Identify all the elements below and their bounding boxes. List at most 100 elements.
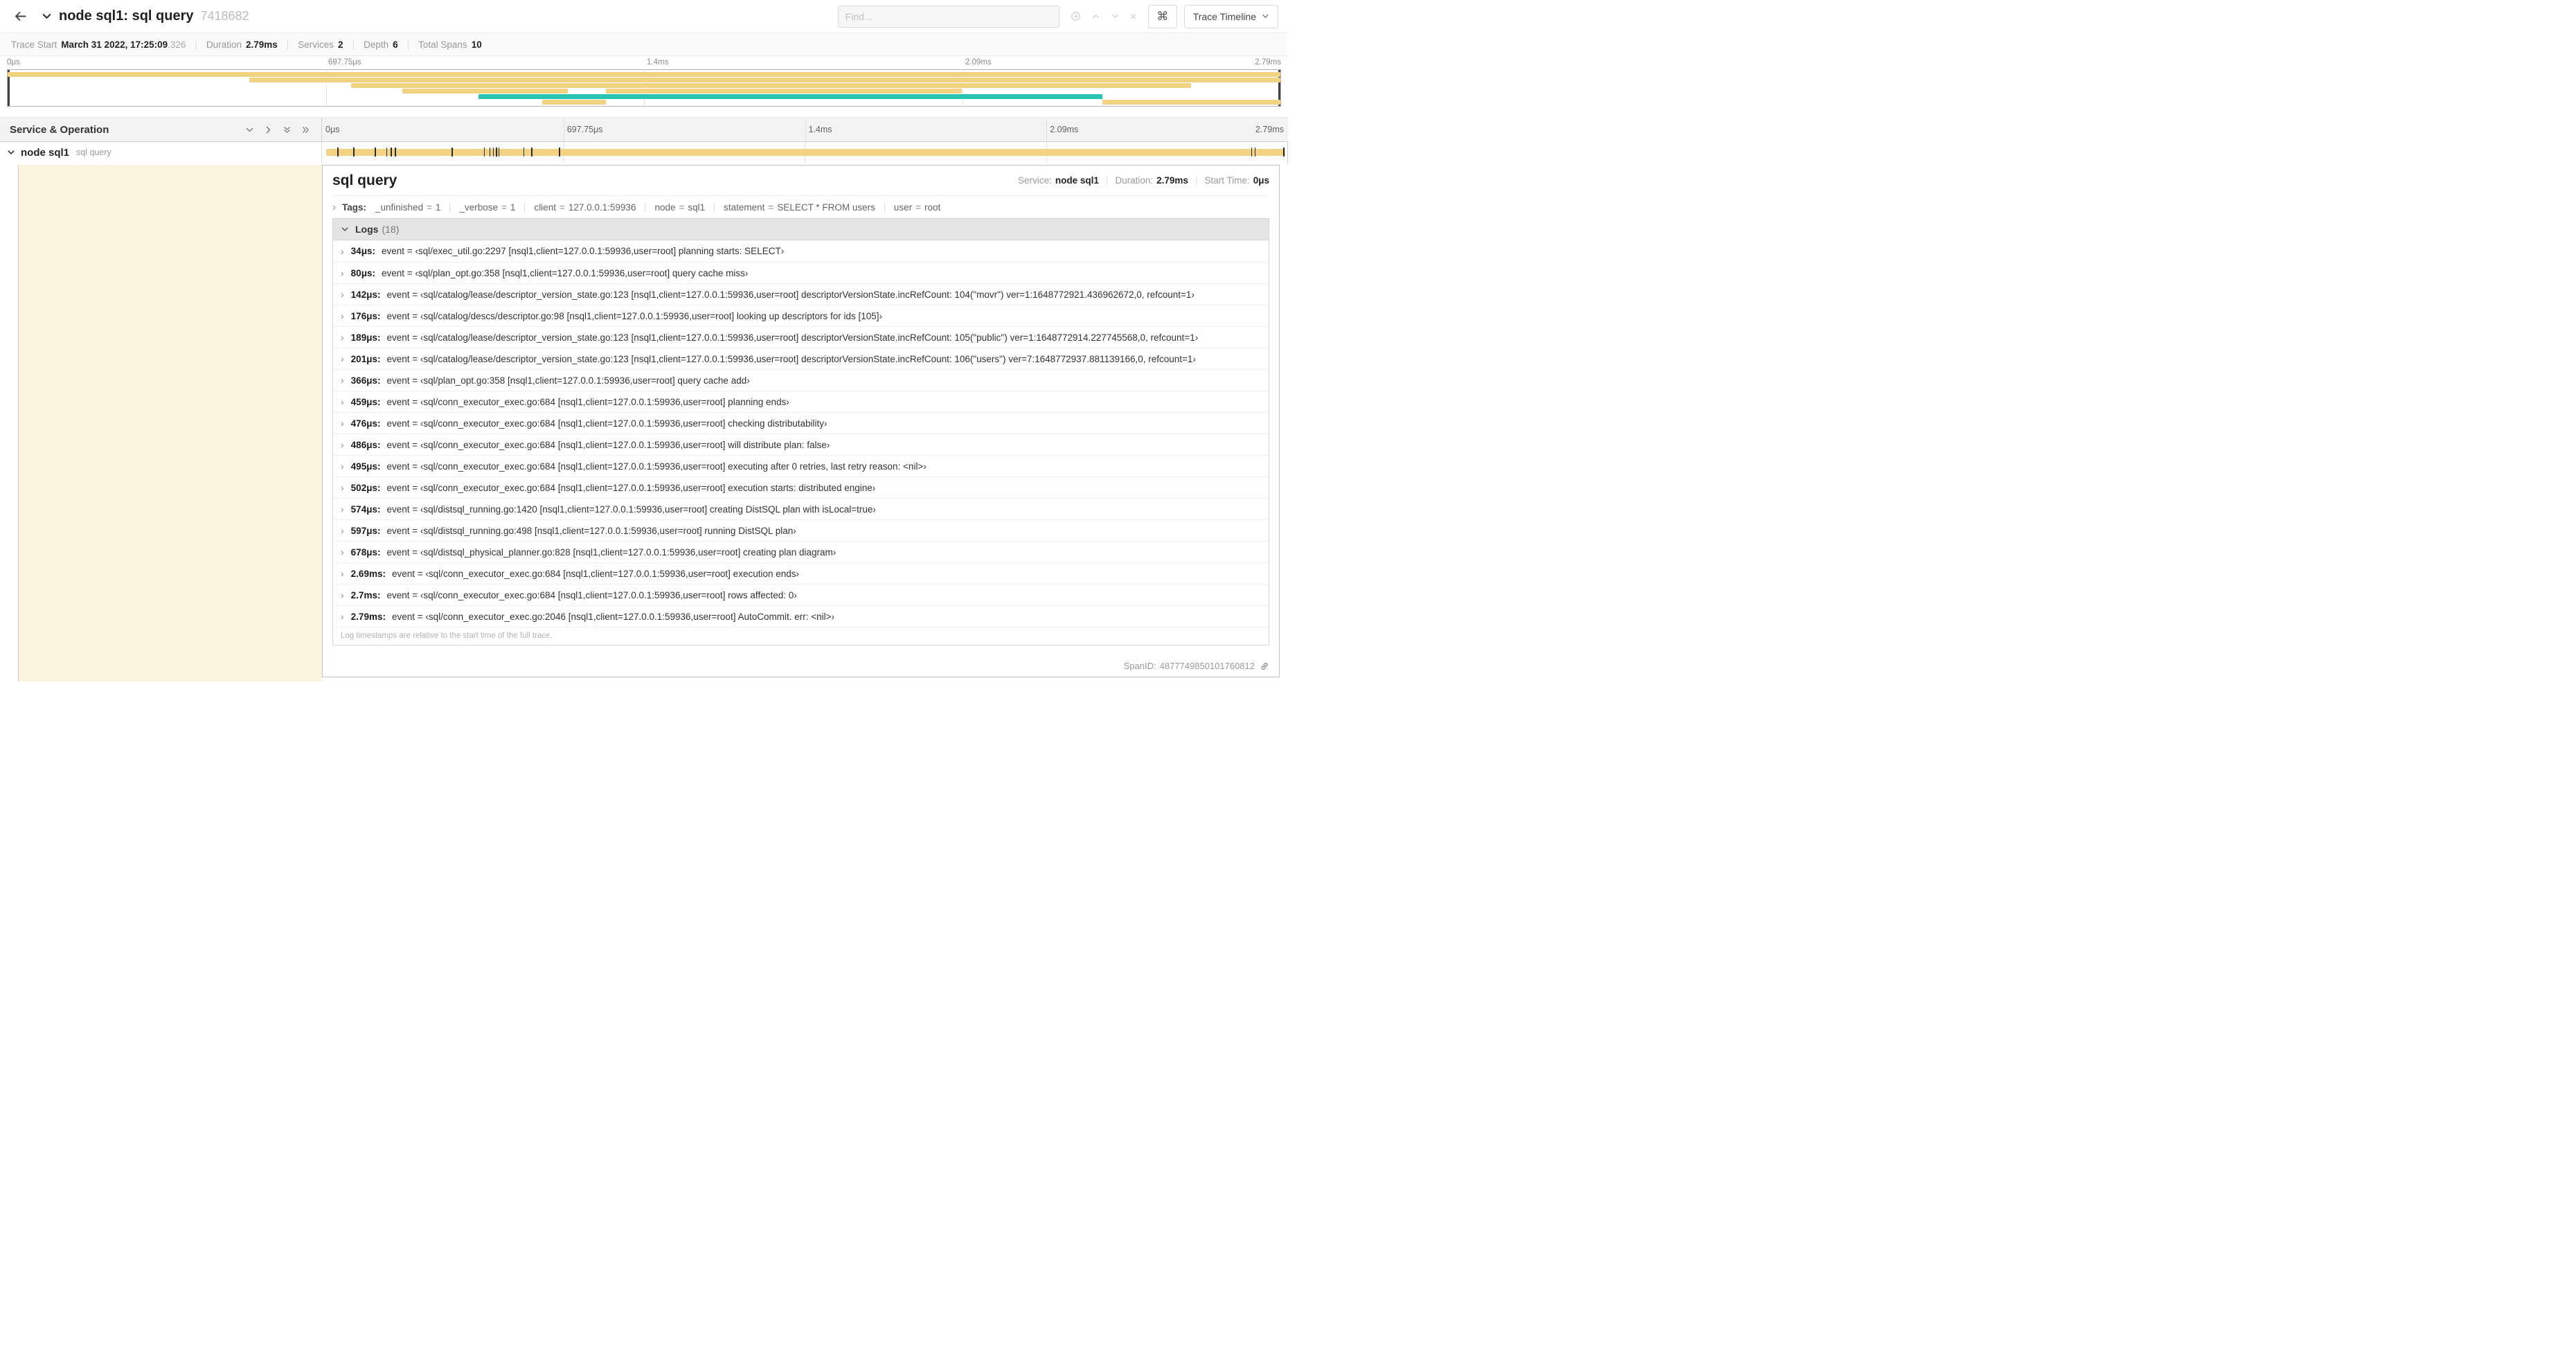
- tag-value: root: [924, 202, 941, 213]
- log-marker: [1251, 148, 1253, 157]
- tag-value: 127.0.0.1:59936: [568, 202, 636, 213]
- log-marker: [1254, 148, 1256, 157]
- logs-footnote: Log timestamps are relative to the start…: [333, 627, 1269, 645]
- keyboard-shortcuts-button[interactable]: ⌘: [1147, 4, 1177, 28]
- tag-key: client: [534, 202, 556, 213]
- tag-key: _verbose: [459, 202, 499, 213]
- log-row[interactable]: › 142μs: event = ‹sql/catalog/lease/descri…: [333, 283, 1269, 305]
- logs-header[interactable]: Logs (18): [333, 219, 1269, 240]
- log-row[interactable]: › 189μs: event = ‹sql/catalog/lease/descri…: [333, 326, 1269, 348]
- summary-label: Duration: [206, 39, 242, 50]
- log-row[interactable]: › 80μs: event = ‹sql/plan_opt.go:358 [nsql…: [333, 262, 1269, 283]
- tag[interactable]: client = 127.0.0.1:59936: [534, 202, 636, 213]
- span-timeline-cell[interactable]: [322, 142, 1288, 163]
- ruler-tick-label: 2.79ms: [1255, 125, 1284, 134]
- tag-equals: =: [501, 202, 507, 213]
- log-timestamp: 201μs:: [350, 353, 381, 364]
- span-detail-title-row: sql query Service: node sql1 | Duration: 2.7…: [332, 166, 1269, 196]
- log-timestamp: 142μs:: [350, 289, 381, 300]
- tag[interactable]: _unfinished = 1: [375, 202, 440, 213]
- back-button[interactable]: [10, 6, 30, 27]
- chevron-right-icon: ›: [341, 589, 344, 600]
- grid-line: [1046, 118, 1048, 141]
- log-row[interactable]: › 34μs: event = ‹sql/exec_util.go:2297 [ns…: [333, 240, 1269, 262]
- clear-find-icon[interactable]: ×: [1130, 10, 1137, 22]
- log-timestamp: 502μs:: [350, 482, 381, 493]
- log-row[interactable]: › 502μs: event = ‹sql/conn_executor_exec.g…: [333, 476, 1269, 498]
- minimap-span-bar: [1102, 100, 1280, 105]
- log-row[interactable]: › 366μs: event = ‹sql/plan_opt.go:358 [nsq…: [333, 369, 1269, 391]
- tag-value: 1: [435, 202, 441, 213]
- log-row[interactable]: › 495μs: event = ‹sql/conn_executor_exec.g…: [333, 455, 1269, 476]
- double-chevron-right-icon[interactable]: [301, 125, 310, 134]
- summary-value: 10: [471, 39, 482, 50]
- chevron-down-icon[interactable]: [7, 148, 15, 157]
- find-input[interactable]: [837, 5, 1059, 28]
- view-selector-button[interactable]: Trace Timeline: [1183, 4, 1278, 28]
- meta-label: Service:: [1018, 175, 1052, 186]
- service-name: node sql1: [21, 146, 70, 159]
- log-row[interactable]: › 486μs: event = ‹sql/conn_executor_exec.g…: [333, 434, 1269, 455]
- tag-separator: [449, 202, 451, 213]
- tags-row[interactable]: › Tags: _unfinished = 1 _verbose = 1 client = 12…: [332, 196, 1269, 218]
- caret-down-icon[interactable]: [1111, 12, 1120, 21]
- meta-value: node sql1: [1055, 175, 1099, 186]
- log-message: event = ‹sql/conn_executor_exec.go:684 […: [386, 418, 828, 429]
- summary-separator: |: [195, 39, 197, 50]
- log-row[interactable]: › 459μs: event = ‹sql/conn_executor_exec.g…: [333, 391, 1269, 412]
- tag-key: statement: [724, 202, 765, 213]
- link-icon[interactable]: [1260, 661, 1269, 671]
- log-row[interactable]: › 2.79ms: event = ‹sql/conn_executor_exec.…: [333, 605, 1269, 627]
- log-timestamp: 597μs:: [350, 525, 381, 536]
- tag[interactable]: node = sql1: [654, 202, 705, 213]
- tag[interactable]: statement = SELECT * FROM users: [724, 202, 875, 213]
- log-row[interactable]: › 574μs: event = ‹sql/distsql_running.go:1…: [333, 498, 1269, 519]
- tag[interactable]: user = root: [894, 202, 940, 213]
- log-message: event = ‹sql/conn_executor_exec.go:684 […: [386, 439, 830, 450]
- log-marker: [559, 148, 560, 157]
- log-message: event = ‹sql/plan_opt.go:358 [nsql1,clie…: [381, 267, 749, 278]
- view-selector-label: Trace Timeline: [1192, 10, 1256, 22]
- log-row[interactable]: › 597μs: event = ‹sql/distsql_running.go:4…: [333, 519, 1269, 541]
- expand-collapse-controls: [245, 125, 310, 134]
- caret-up-icon[interactable]: [1091, 12, 1100, 21]
- log-marker: [375, 148, 376, 157]
- timeline-ruler: 0μs 697.75μs 1.4ms 2.09ms 2.79ms: [322, 118, 1288, 141]
- log-message: event = ‹sql/catalog/lease/descriptor_ve…: [386, 353, 1196, 364]
- collapse-trace-header-icon[interactable]: [42, 11, 52, 21]
- page-header: node sql1: sql query 7418682 × ⌘ Trace T…: [0, 0, 1288, 33]
- double-chevron-down-icon[interactable]: [283, 125, 292, 134]
- tag-key: user: [893, 202, 913, 213]
- chevron-right-icon[interactable]: [264, 125, 273, 134]
- summary-value: 6: [393, 39, 398, 50]
- minimap-span-bar: [351, 83, 1192, 88]
- tag[interactable]: _verbose = 1: [459, 202, 515, 213]
- log-row[interactable]: › 678μs: event = ‹sql/distsql_physical_pla…: [333, 541, 1269, 562]
- span-detail-left-column: [0, 165, 322, 682]
- log-row[interactable]: › 201μs: event = ‹sql/catalog/lease/descri…: [333, 348, 1269, 369]
- span-detail-section: sql query Service: node sql1 | Duration: 2.7…: [0, 163, 1288, 682]
- span-bar[interactable]: [325, 148, 1286, 157]
- meta-label: Duration:: [1115, 175, 1154, 186]
- summary-fraction: .326: [168, 39, 186, 50]
- summary-separator: |: [352, 39, 355, 50]
- chevron-right-icon: ›: [341, 461, 344, 472]
- log-timestamp: 176μs:: [350, 310, 381, 321]
- chevron-right-icon: ›: [341, 439, 344, 450]
- minimap-canvas[interactable]: [7, 69, 1281, 107]
- log-row[interactable]: › 476μs: event = ‹sql/conn_executor_exec.g…: [333, 412, 1269, 434]
- tag-key: node: [654, 202, 676, 213]
- meta-value: 2.79ms: [1156, 175, 1188, 186]
- ruler-tick-label: 1.4ms: [808, 125, 832, 134]
- tag-equals: =: [679, 202, 685, 213]
- circle-plus-icon[interactable]: [1071, 11, 1081, 21]
- log-row[interactable]: › 2.7ms: event = ‹sql/conn_executor_exec.g…: [333, 584, 1269, 605]
- span-id-value: 4877749850101760812: [1159, 661, 1255, 671]
- chevron-down-icon[interactable]: [245, 125, 254, 134]
- minimap-time-labels: 0μs 697.75μs 1.4ms 2.09ms 2.79ms: [7, 58, 1281, 69]
- log-row[interactable]: › 176μs: event = ‹sql/catalog/descs/descri…: [333, 305, 1269, 326]
- service-operation-header: Service & Operation: [10, 123, 109, 136]
- operation-name: sql query: [76, 148, 111, 157]
- span-name-cell[interactable]: node sql1 sql query: [0, 142, 322, 163]
- log-row[interactable]: › 2.69ms: event = ‹sql/conn_executor_exec.…: [333, 562, 1269, 584]
